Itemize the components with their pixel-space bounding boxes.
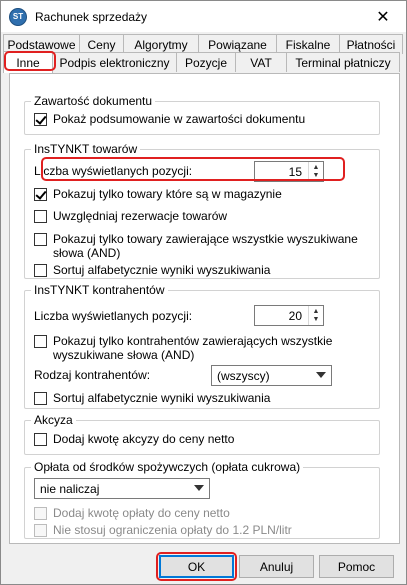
tab-ceny[interactable]: Ceny (79, 34, 124, 54)
checkbox-box[interactable] (34, 335, 47, 348)
window-title: Rachunek sprzedaży (35, 9, 148, 24)
tab-fiskalne[interactable]: Fiskalne (276, 34, 340, 54)
inne-tab-highlight (4, 51, 56, 71)
checkbox-label: Dodaj kwotę akcyzy do ceny netto (53, 432, 235, 446)
chevron-down-icon[interactable] (194, 485, 204, 491)
dialog-window: ST Rachunek sprzedaży ✕ Podstawowe Ceny … (0, 0, 407, 585)
ok-button-highlight (156, 552, 237, 581)
only-in-stock-checkbox[interactable]: Pokazuj tylko towary które są w magazyni… (34, 187, 282, 201)
checkbox-box[interactable] (34, 233, 47, 246)
contractors-count-label: Liczba wyświetlanych pozycji: (34, 309, 193, 323)
contractors-sort-alpha-checkbox[interactable]: Sortuj alfabetycznie wyniki wyszukiwania (34, 391, 270, 405)
tab-row-2: Inne Podpis elektroniczny Pozycje VAT Te… (3, 51, 400, 73)
goods-count-highlight (41, 157, 345, 181)
group-title: Akcyza (31, 413, 76, 427)
label-line-1: Pokazuj tylko kontrahentów zawierających… (53, 334, 333, 348)
group-excise: Akcyza Dodaj kwotę akcyzy do ceny netto (24, 413, 380, 455)
group-title: InsTYNKT kontrahentów (31, 283, 168, 297)
checkbox-box[interactable] (34, 392, 47, 405)
checkbox-label: Pokazuj tylko towary zawierające wszystk… (53, 232, 358, 260)
checkbox-label: Pokazuj tylko kontrahentów zawierających… (53, 334, 332, 362)
sugar-ignore-limit-checkbox[interactable]: Nie stosuj ograniczenia opłaty do 1.2 PL… (34, 523, 292, 537)
tab-platnosci[interactable]: Płatności (339, 34, 403, 54)
checkbox-label: Dodaj kwotę opłaty do ceny netto (53, 506, 230, 520)
cancel-button[interactable]: Anuluj (239, 555, 314, 578)
checkbox-box[interactable] (34, 113, 47, 126)
tab-podpis-elektroniczny[interactable]: Podpis elektroniczny (52, 52, 177, 72)
checkbox-label: Pokazuj tylko towary które są w magazyni… (53, 187, 282, 201)
tab-terminal-platniczy[interactable]: Terminal płatniczy (286, 52, 400, 72)
checkbox-box[interactable] (34, 188, 47, 201)
contractors-all-words-checkbox[interactable]: Pokazuj tylko kontrahentów zawierających… (34, 334, 332, 362)
sugar-fee-mode-dropdown[interactable]: nie naliczaj (34, 478, 210, 499)
checkbox-label: Uwzględniaj rezerwacje towarów (53, 209, 228, 223)
label-line-2: wyszukiwane słowa (AND) (53, 348, 195, 362)
tab-pozycje[interactable]: Pozycje (176, 52, 236, 72)
contractor-type-label: Rodzaj kontrahentów: (34, 368, 151, 382)
tab-algorytmy[interactable]: Algorytmy (123, 34, 199, 54)
group-doc-contents: Zawartość dokumentu Pokaż podsumowanie w… (24, 94, 380, 135)
group-title: Opłata od środków spożywczych (opłata cu… (31, 460, 304, 474)
checkbox-box[interactable] (34, 524, 47, 537)
label-line-2: słowa (AND) (53, 246, 121, 260)
spinner-arrows-icon[interactable]: ▲ ▼ (308, 306, 323, 325)
checkbox-label: Pokaż podsumowanie w zawartości dokument… (53, 112, 306, 126)
group-title: InsTYNKT towarów (31, 142, 141, 156)
contractors-count-spinner[interactable]: 20 ▲ ▼ (254, 305, 324, 326)
help-button[interactable]: Pomoc (319, 555, 394, 578)
group-title: Zawartość dokumentu (31, 94, 156, 108)
checkbox-label: Sortuj alfabetycznie wyniki wyszukiwania (53, 263, 271, 277)
close-icon[interactable]: ✕ (360, 1, 406, 32)
checkbox-box[interactable] (34, 433, 47, 446)
show-summary-checkbox[interactable]: Pokaż podsumowanie w zawartości dokument… (34, 112, 305, 126)
checkbox-box[interactable] (34, 210, 47, 223)
tab-row-1: Podstawowe Ceny Algorytmy Powiązane Fisk… (3, 34, 403, 54)
checkbox-label: Nie stosuj ograniczenia opłaty do 1.2 PL… (53, 523, 292, 537)
chevron-down-icon[interactable] (316, 372, 326, 378)
app-icon: ST (9, 7, 27, 26)
checkbox-box[interactable] (34, 264, 47, 277)
label-line-1: Pokazuj tylko towary zawierające wszystk… (53, 232, 358, 246)
sugar-add-checkbox[interactable]: Dodaj kwotę opłaty do ceny netto (34, 506, 230, 520)
spinner-value[interactable]: 20 (289, 309, 308, 323)
excise-add-checkbox[interactable]: Dodaj kwotę akcyzy do ceny netto (34, 432, 234, 446)
tab-powiazane[interactable]: Powiązane (198, 34, 277, 54)
goods-sort-alpha-checkbox[interactable]: Sortuj alfabetycznie wyniki wyszukiwania (34, 263, 270, 277)
tab-vat[interactable]: VAT (235, 52, 287, 72)
title-bar: ST Rachunek sprzedaży ✕ (1, 1, 406, 32)
include-reservations-checkbox[interactable]: Uwzględniaj rezerwacje towarów (34, 209, 227, 223)
group-sugar-fee: Opłata od środków spożywczych (opłata cu… (24, 460, 380, 539)
group-instynkt-contractors: InsTYNKT kontrahentów Liczba wyświetlany… (24, 283, 380, 409)
dropdown-value[interactable]: (wszyscy) (217, 369, 270, 383)
checkbox-label: Sortuj alfabetycznie wyniki wyszukiwania (53, 391, 271, 405)
goods-all-words-checkbox[interactable]: Pokazuj tylko towary zawierające wszystk… (34, 232, 358, 260)
checkbox-box[interactable] (34, 507, 47, 520)
dropdown-value[interactable]: nie naliczaj (40, 482, 99, 496)
tab-panel-inne: Zawartość dokumentu Pokaż podsumowanie w… (9, 73, 400, 544)
contractor-type-dropdown[interactable]: (wszyscy) (211, 365, 332, 386)
